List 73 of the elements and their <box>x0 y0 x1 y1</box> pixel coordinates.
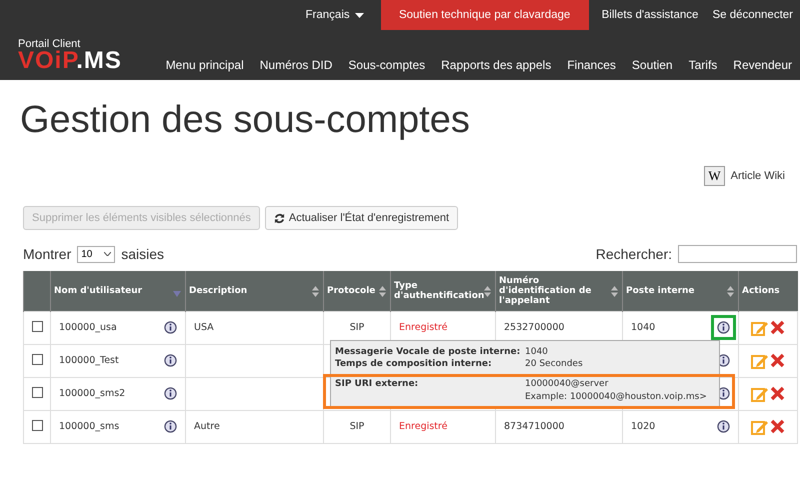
username: 100000_Test <box>59 355 119 366</box>
language-menu[interactable]: Français <box>298 0 371 30</box>
info-icon[interactable] <box>164 387 177 400</box>
sort-icon[interactable] <box>611 286 618 297</box>
row-checkbox[interactable] <box>32 354 43 364</box>
refresh-icon <box>274 212 285 224</box>
column-header[interactable]: Type d'authentification <box>390 271 496 311</box>
nav-item[interactable]: Menu principal <box>158 58 252 72</box>
sort-icon[interactable] <box>312 286 319 297</box>
username: 100000_usa <box>59 322 117 333</box>
info-icon[interactable] <box>164 354 177 367</box>
sort-icon[interactable] <box>379 286 386 297</box>
nav-item[interactable]: Soutien <box>624 58 681 72</box>
extension: 1020 <box>631 421 656 432</box>
tooltip-value: Example: 10000040@houston.voip.ms> <box>525 391 707 403</box>
description: Autre <box>194 421 220 432</box>
row-checkbox[interactable] <box>32 320 43 332</box>
column-header[interactable]: Protocole <box>324 271 390 311</box>
info-icon[interactable] <box>164 321 177 334</box>
wiki-link[interactable]: Article Wiki <box>730 170 785 182</box>
description: USA <box>194 322 214 333</box>
entries-label: saisies <box>121 246 164 262</box>
delete-icon[interactable] <box>770 419 785 434</box>
show-label: Montrer <box>23 246 72 262</box>
caret-icon <box>354 12 364 18</box>
delete-icon[interactable] <box>770 320 785 335</box>
nav-item[interactable]: Finances <box>559 58 624 72</box>
protocol: SIP <box>350 421 364 432</box>
tooltip-value: 1040 <box>525 346 548 358</box>
nav-item[interactable]: Sous-comptes <box>340 58 434 72</box>
entries-select[interactable]: 10 <box>77 246 116 262</box>
info-icon[interactable] <box>717 321 730 334</box>
caller-id: 2532700000 <box>504 322 564 333</box>
info-icon[interactable] <box>717 420 730 433</box>
nav-item[interactable]: Numéros DID <box>252 58 340 72</box>
nav-item[interactable]: Revendeur <box>725 58 800 72</box>
sort-icon[interactable] <box>484 286 491 297</box>
tooltip-label: Temps de composition interne: <box>335 358 493 370</box>
info-icon[interactable] <box>164 420 177 433</box>
delete-icon[interactable] <box>770 353 785 368</box>
top-link[interactable]: Billets d'assistance <box>594 0 706 30</box>
extension: 1040 <box>631 322 656 333</box>
nav-item[interactable]: Tarifs <box>680 58 726 72</box>
refresh-button[interactable]: Actualiser l'État d'enregistrement <box>264 206 458 230</box>
caller-id: 8734710000 <box>504 421 564 432</box>
nav-item[interactable]: Rapports des appels <box>433 58 560 72</box>
sort-icon[interactable] <box>727 286 734 297</box>
wiki-icon[interactable]: W <box>704 166 725 186</box>
tooltip-value: 20 Secondes <box>525 358 583 370</box>
page-title: Gestion des sous-comptes <box>20 98 471 142</box>
search-label: Rechercher: <box>596 246 672 262</box>
tooltip-label: Messagerie Vocale de poste interne: <box>335 346 522 358</box>
auth-status: Enregistré <box>399 421 448 432</box>
auth-status: Enregistré <box>399 322 448 333</box>
column-header: Actions <box>738 271 798 311</box>
delete-icon[interactable] <box>770 386 785 401</box>
tooltip-label: SIP URI externe: <box>335 378 420 390</box>
row-checkbox[interactable] <box>32 420 43 430</box>
column-header[interactable]: Poste interne <box>622 271 738 311</box>
portal-label: Portail Client <box>18 38 82 50</box>
username: 100000_sms <box>59 421 120 432</box>
chevron-icon <box>104 252 112 256</box>
search-field[interactable] <box>678 245 797 263</box>
row-checkbox[interactable] <box>32 386 43 398</box>
column-header[interactable]: Description <box>186 271 324 311</box>
chat-button[interactable]: Soutien technique par clavardage <box>380 0 589 30</box>
top-link[interactable]: Se déconnecter <box>705 0 800 30</box>
column-header[interactable]: Nom d'utilisateur <box>50 271 186 311</box>
tooltip-value: 10000040@server <box>525 378 610 390</box>
username: 100000_sms2 <box>59 388 126 399</box>
logo[interactable]: VOiP.MS <box>18 50 153 72</box>
protocol: SIP <box>350 322 364 333</box>
column-header[interactable]: Numéro d'identification de l'appelant <box>496 271 622 311</box>
